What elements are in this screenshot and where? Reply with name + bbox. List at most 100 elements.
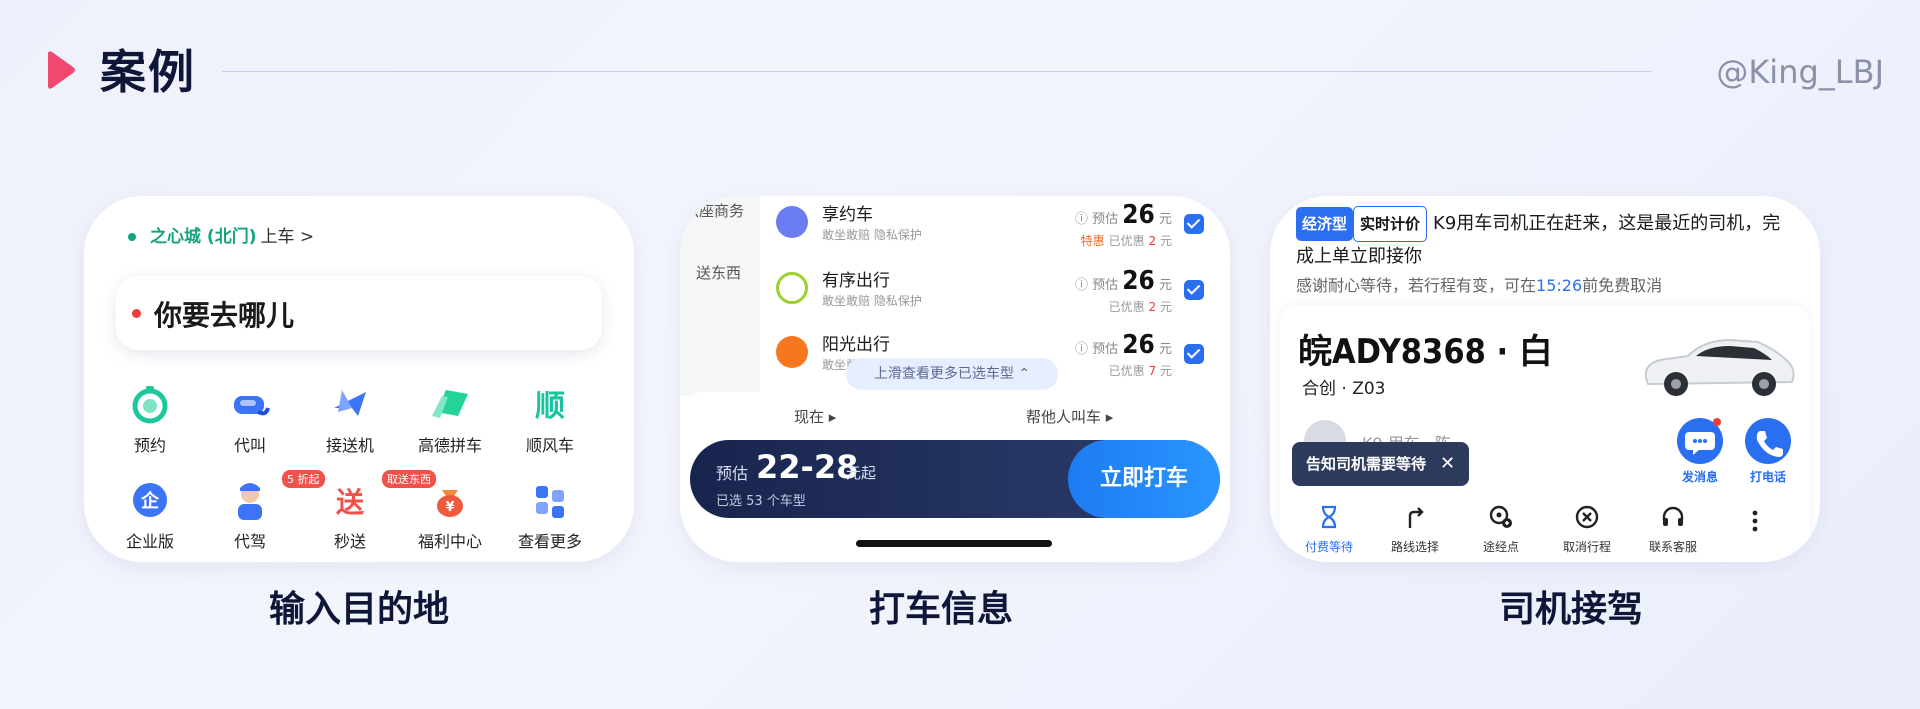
ride-name: 有序出行 <box>822 271 890 291</box>
service-label: 接送机 <box>325 436 374 455</box>
service-item-jiesongji[interactable]: 接送机 <box>300 382 400 456</box>
special-tag: 特惠 <box>1080 234 1105 248</box>
service-label: 企业版 <box>125 532 174 551</box>
message-icon <box>1677 418 1723 464</box>
service-item-miaosong[interactable]: 送 取送东西 秒送 <box>300 470 436 552</box>
service-label: 高德拼车 <box>417 436 482 455</box>
service-item-daijiao[interactable]: 代叫 <box>200 382 300 456</box>
close-icon[interactable]: ✕ <box>1440 453 1455 474</box>
tool-label: 付费等待 <box>1304 540 1353 554</box>
send-message-button[interactable]: 发消息 <box>1672 418 1728 485</box>
tool-cancel-trip[interactable]: 取消行程 <box>1542 504 1632 555</box>
tool-paid-wait[interactable]: 付费等待 <box>1284 504 1374 555</box>
category-sidebar: 六座商务 送东西 <box>680 196 760 396</box>
ride-price: 26 <box>1122 330 1155 360</box>
wait-prefix: 感谢耐心等待，若行程有变，可在 <box>1296 276 1537 295</box>
car-icon <box>1644 338 1795 396</box>
service-item-yuyue[interactable]: 预约 <box>100 382 200 456</box>
driver-pickup-card: 经济型 实时计价 K9用车司机正在赶来，这是最近的司机，完成上单立即接你 感谢耐心等… <box>1270 196 1820 562</box>
selected-count: 已选 53 个车型 <box>716 494 806 509</box>
svg-text:企: 企 <box>140 490 160 512</box>
tool-customer-service[interactable]: 联系客服 <box>1628 504 1718 555</box>
call-car-button[interactable]: 立即打车 <box>1068 440 1220 518</box>
time-option[interactable]: 现在 ▸ <box>794 406 836 427</box>
discount-label: 已优惠 <box>1108 234 1145 248</box>
headset-icon <box>1662 506 1684 526</box>
destination-input[interactable]: 你要去哪儿 <box>116 276 602 350</box>
service-item-daijia[interactable]: 5 折起 代驾 <box>200 470 325 552</box>
discount-label: 已优惠 <box>1108 364 1145 378</box>
call-for-other-option[interactable]: 帮他人叫车 ▸ <box>1026 406 1113 427</box>
discount-unit: 元 <box>1159 234 1172 248</box>
estimate-label: 预估 <box>1092 278 1119 293</box>
sidebar-item-six-seat[interactable]: 六座商务 <box>684 200 744 221</box>
service-label: 预约 <box>133 436 166 455</box>
tool-waypoint[interactable]: 途经点 <box>1456 504 1546 555</box>
svg-text:送: 送 <box>336 486 364 519</box>
checkbox-checked-icon[interactable] <box>1184 280 1204 300</box>
sidebar-item-delivery[interactable]: 送东西 <box>696 262 741 283</box>
estimate-label: 预估 <box>1092 342 1119 357</box>
header-divider <box>222 71 1652 72</box>
ride-estimate: ⓘ 预估 26 元 <box>1074 200 1172 230</box>
tool-label: 路线选择 <box>1390 540 1439 554</box>
service-item-shunfeng[interactable]: 顺 顺风车 <box>500 382 600 456</box>
cancel-notice: 感谢耐心等待，若行程有变，可在15:26前免费取消 <box>1296 272 1662 296</box>
play-icon <box>48 51 75 89</box>
cancel-icon <box>1575 505 1599 529</box>
author-handle: @King_LBJ <box>1716 53 1884 91</box>
wait-tooltip[interactable]: 告知司机需要等待 ✕ <box>1292 442 1470 486</box>
tool-route[interactable]: 路线选择 <box>1370 504 1460 555</box>
route-icon <box>1408 507 1424 528</box>
ride-subtitle: 敢坐敢赔 隐私保护 <box>822 228 922 242</box>
ride-discount: 已优惠 7 元 <box>1109 362 1172 379</box>
phone-call-button[interactable]: 打电话 <box>1740 418 1796 485</box>
carpool-icon <box>428 382 472 426</box>
tag-realtime: 实时计价 <box>1353 206 1428 242</box>
service-label: 福利中心 <box>417 532 482 551</box>
service-item-welfare[interactable]: ¥ 福利中心 <box>400 478 500 552</box>
ride-option-row[interactable]: 享约车 敢坐敢赔 隐私保护 ⓘ 预估 26 元 特惠 已优惠 2 元 <box>776 200 1216 264</box>
service-label: 代驾 <box>233 532 266 551</box>
chevron-up-icon: ⌃ <box>1018 366 1031 382</box>
discount-label: 已优惠 <box>1108 300 1145 314</box>
service-label: 秒送 <box>333 532 366 551</box>
more-grid-icon <box>528 478 572 522</box>
service-item-more[interactable]: 查看更多 <box>500 478 600 552</box>
pickup-place: 之心城 (北门) <box>150 227 257 247</box>
price-unit: 元起 <box>846 464 877 482</box>
youxu-logo-icon <box>776 272 808 304</box>
discount-value: 2 <box>1148 300 1157 314</box>
caption-ride-info: 打车信息 <box>868 589 1013 630</box>
checkbox-checked-icon[interactable] <box>1184 214 1204 234</box>
pickup-suffix: 上车 > <box>260 227 315 247</box>
tool-label: 取消行程 <box>1562 540 1611 554</box>
ride-option-row[interactable]: 有序出行 敢坐敢赔 隐私保护 ⓘ 预估 26 元 已优惠 2 元 <box>776 266 1216 330</box>
caption-destination: 输入目的地 <box>268 589 449 630</box>
ride-info-card: 六座商务 送东西 享约车 敢坐敢赔 隐私保护 ⓘ 预估 26 元 特惠 已优惠 2… <box>680 196 1230 562</box>
caption-driver-pickup: 司机接驾 <box>1498 589 1643 630</box>
page-header: 案例 @King_LBJ <box>44 44 1884 100</box>
license-plate: 皖ADY8368 · 白 <box>1298 332 1553 372</box>
action-toolbar: 付费等待 路线选择 途经点 取消行程 联系客服 <box>1280 498 1810 562</box>
more-menu-button[interactable] <box>1720 508 1790 538</box>
more-selected-pill[interactable]: 上滑查看更多已选车型 ⌃ <box>846 358 1058 390</box>
tag-economy: 经济型 <box>1296 207 1354 241</box>
service-item-enterprise[interactable]: 企 企业版 <box>100 478 200 552</box>
discount-unit: 元 <box>1159 364 1172 378</box>
ride-name: 享约车 <box>822 205 873 225</box>
discount-value: 2 <box>1148 234 1157 248</box>
waypoint-icon <box>1489 505 1512 528</box>
pickup-location[interactable]: 之心城 (北门) 上车 > <box>128 226 314 248</box>
status-message: 经济型 实时计价 K9用车司机正在赶来，这是最近的司机，完成上单立即接你 <box>1296 206 1796 272</box>
service-label: 查看更多 <box>517 532 582 551</box>
page-title: 案例 <box>100 45 196 99</box>
service-item-pinche[interactable]: 高德拼车 <box>400 382 500 456</box>
service-label: 顺风车 <box>525 436 574 455</box>
car-model: 合创 · Z03 <box>1302 379 1386 399</box>
checkbox-checked-icon[interactable] <box>1184 344 1204 364</box>
destination-dot-icon <box>132 309 141 318</box>
enterprise-icon: 企 <box>128 478 172 522</box>
pickup-dot-icon <box>128 233 136 241</box>
ride-estimate: ⓘ 预估 26 元 <box>1074 266 1172 296</box>
